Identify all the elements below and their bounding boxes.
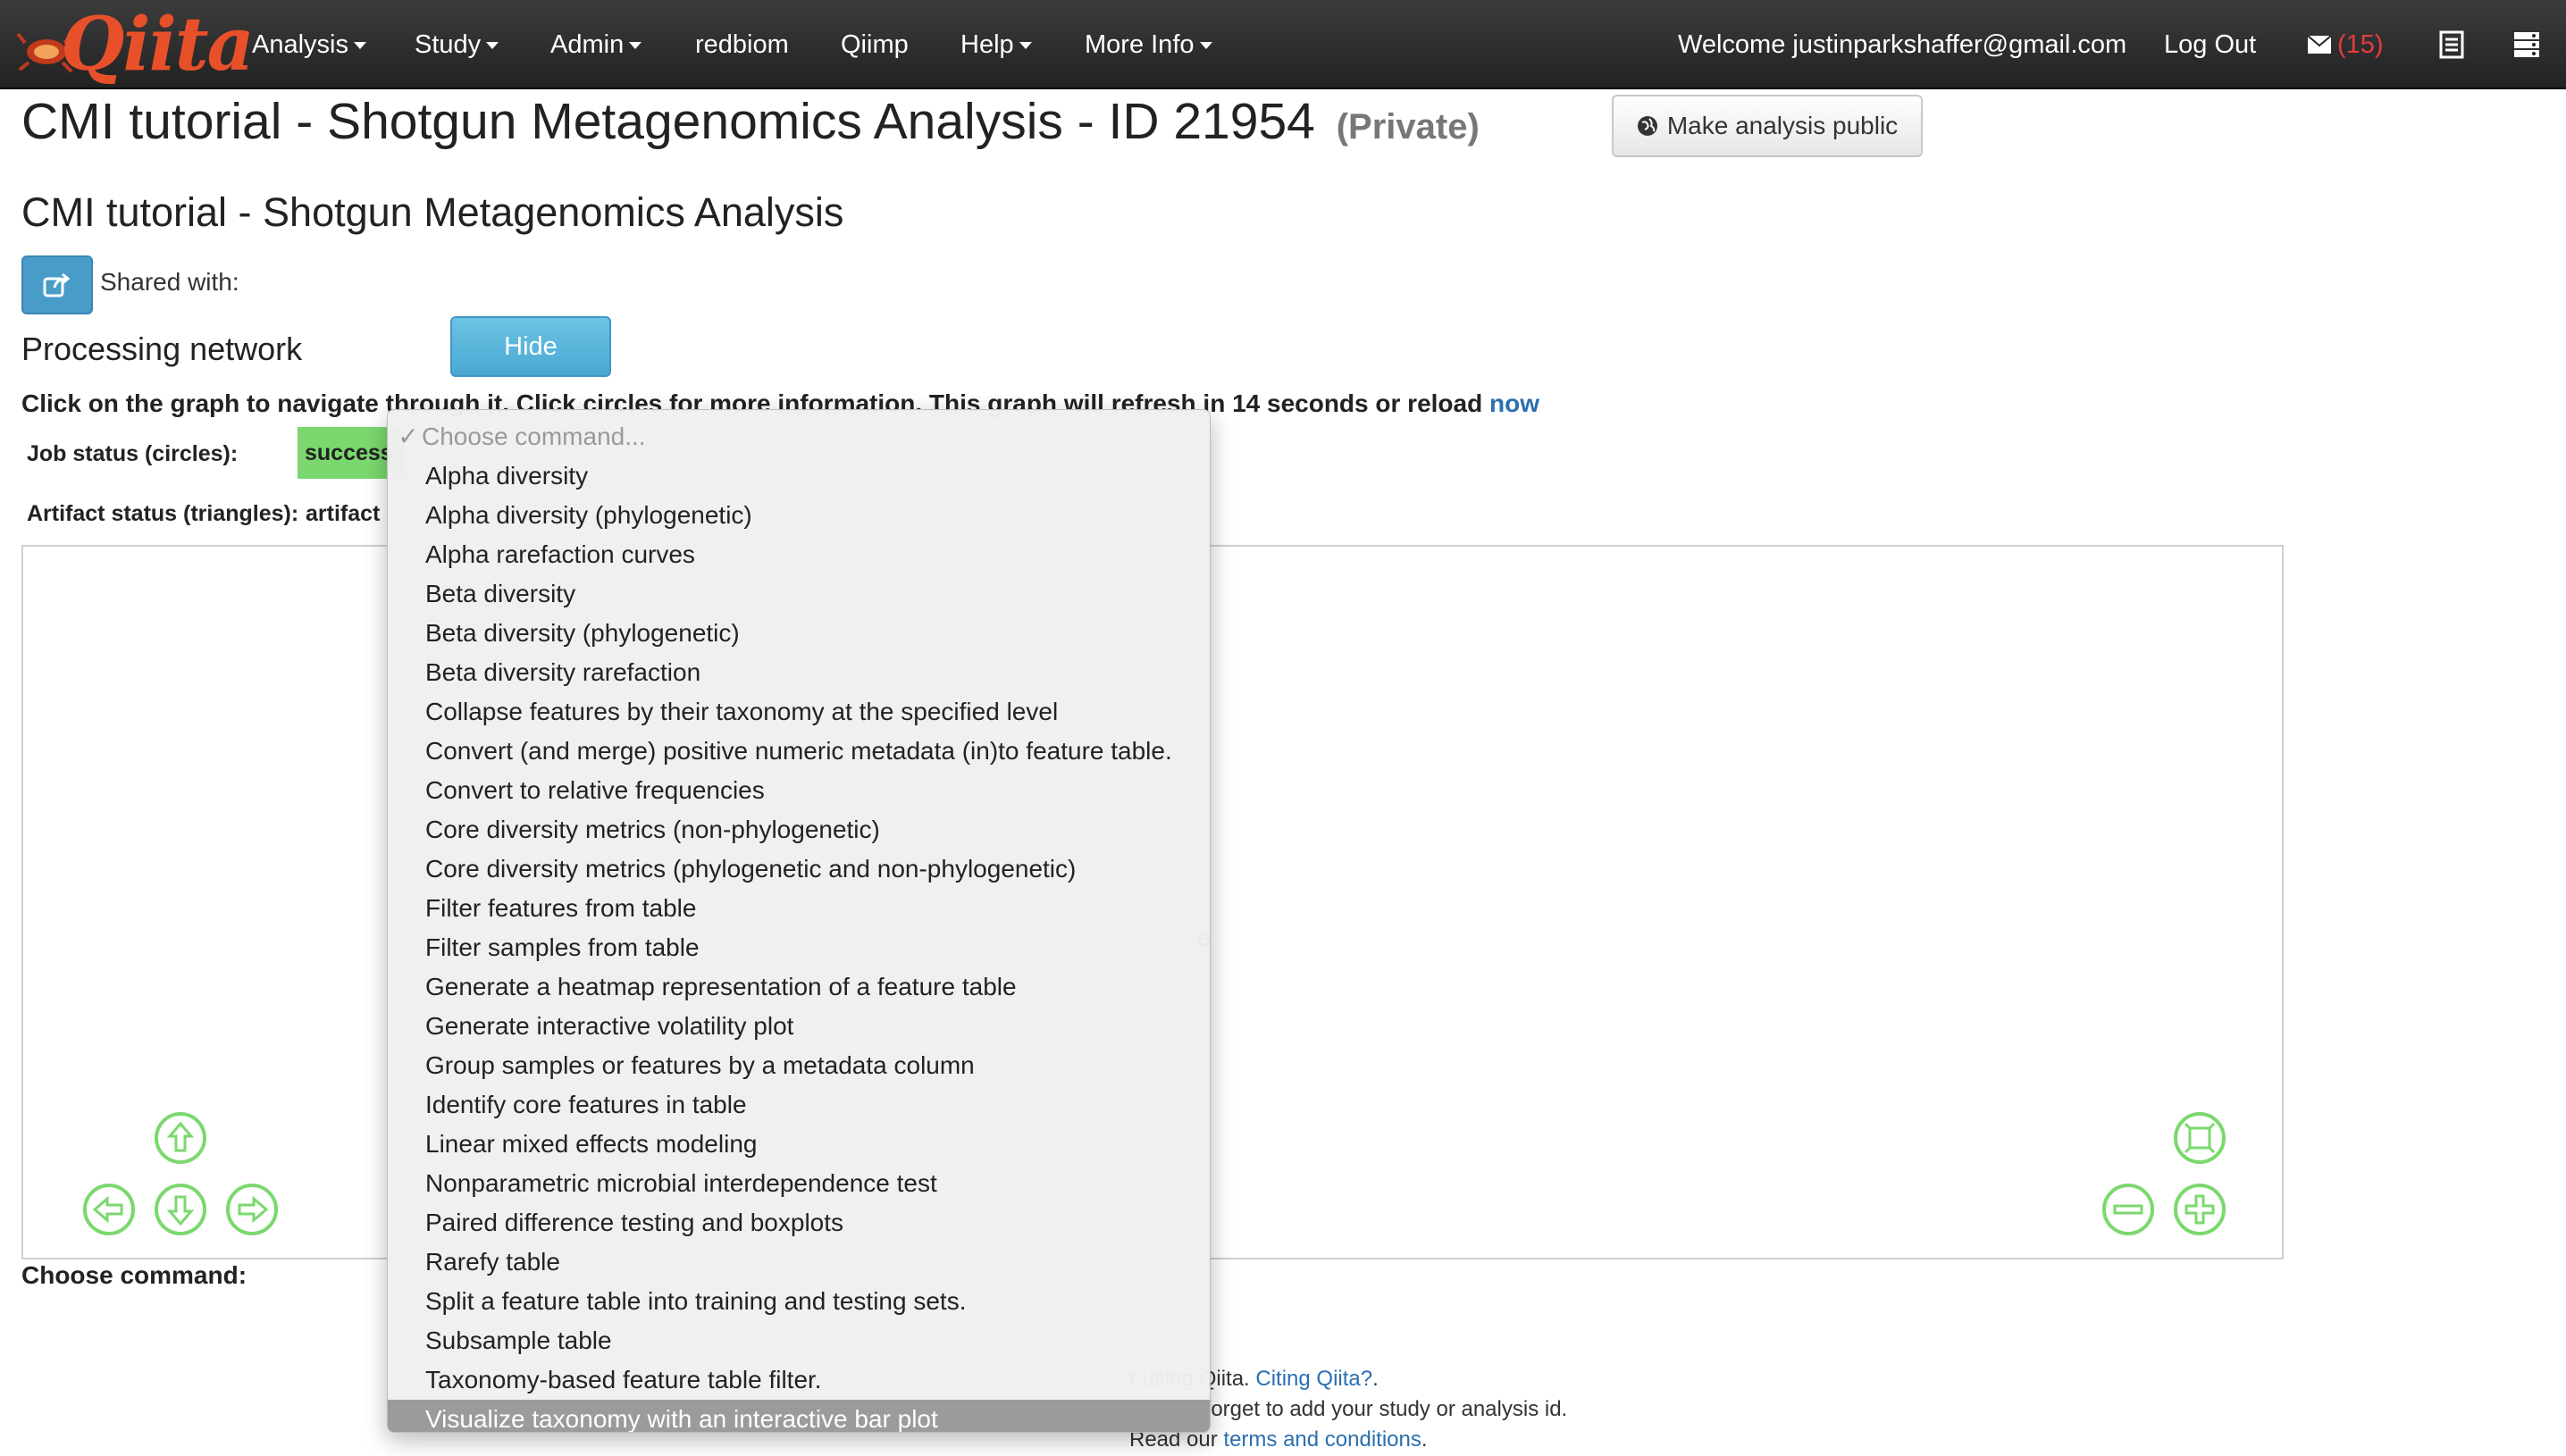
- envelope-icon: [2307, 35, 2332, 54]
- nav-redbiom-link[interactable]: redbiom: [695, 0, 789, 89]
- command-option[interactable]: Filter samples from table: [388, 928, 1210, 967]
- command-option[interactable]: Group samples or features by a metadata …: [388, 1046, 1210, 1085]
- nav-admin-label: Admin: [550, 30, 625, 59]
- nav-help-menu[interactable]: Help: [960, 0, 1032, 89]
- make-public-label: Make analysis public: [1666, 112, 1899, 139]
- command-option[interactable]: Alpha rarefaction curves: [388, 535, 1210, 574]
- command-options-list: Alpha diversity Alpha diversity (phylogen…: [388, 456, 1210, 1432]
- privacy-status: (Private): [1336, 107, 1480, 146]
- command-option[interactable]: Rarefy table: [388, 1243, 1210, 1282]
- shared-with-label: Shared with:: [100, 268, 239, 296]
- analysis-subtitle: CMI tutorial - Shotgun Metagenomics Anal…: [21, 189, 844, 235]
- brand-name: Qiita: [61, 2, 255, 88]
- command-option[interactable]: Generate a heatmap representation of a f…: [388, 967, 1210, 1007]
- caret-down-icon: [486, 42, 499, 50]
- top-navbar: Qiita Analysis Study Admin redbiom Qiimp…: [0, 0, 2566, 89]
- list-icon[interactable]: [2434, 27, 2470, 63]
- processing-network-title: Processing network: [21, 331, 303, 367]
- zoom-in-icon[interactable]: [2173, 1183, 2226, 1236]
- command-option[interactable]: Core diversity metrics (phylogenetic and…: [388, 849, 1210, 889]
- terms-and-conditions-link[interactable]: terms and conditions: [1223, 1427, 1421, 1452]
- command-option[interactable]: Filter features from table: [388, 889, 1210, 928]
- messages-link[interactable]: (15): [2307, 0, 2384, 89]
- command-option[interactable]: Split a feature table into training and …: [388, 1282, 1210, 1321]
- share-button[interactable]: [21, 255, 93, 314]
- pan-up-icon[interactable]: [154, 1111, 207, 1165]
- choose-command-label: Choose command:: [21, 1261, 247, 1289]
- command-option[interactable]: Visualize taxonomy with an interactive b…: [388, 1400, 1210, 1432]
- command-option[interactable]: Beta diversity rarefaction: [388, 653, 1210, 692]
- checkmark-icon: ✓: [398, 423, 419, 450]
- caret-down-icon: [354, 42, 366, 50]
- command-option[interactable]: Paired difference testing and boxplots: [388, 1203, 1210, 1243]
- dropdown-placeholder-label: Choose command...: [422, 423, 646, 450]
- command-option[interactable]: Collapse features by their taxonomy at t…: [388, 692, 1210, 732]
- job-status-label: Job status (circles):: [27, 441, 239, 466]
- command-option[interactable]: Convert to relative frequencies: [388, 771, 1210, 810]
- artifact-status-label: Artifact status (triangles):: [27, 501, 299, 526]
- nav-help-label: Help: [960, 30, 1014, 59]
- command-option[interactable]: Generate interactive volatility plot: [388, 1007, 1210, 1046]
- analysis-title: CMI tutorial - Shotgun Metagenomics Anal…: [21, 93, 1315, 150]
- pan-down-icon[interactable]: [154, 1183, 207, 1236]
- message-count-badge: (15): [2337, 30, 2384, 59]
- command-option[interactable]: Taxonomy-based feature table filter.: [388, 1360, 1210, 1400]
- footer-citation-end: .: [1372, 1367, 1379, 1391]
- nav-admin-menu[interactable]: Admin: [550, 0, 642, 89]
- caret-down-icon: [1199, 42, 1212, 50]
- nav-qiimp-link[interactable]: Qiimp: [841, 0, 909, 89]
- footer-terms-end: .: [1421, 1427, 1428, 1452]
- nav-study-menu[interactable]: Study: [415, 0, 499, 89]
- nav-more-info-menu[interactable]: More Info: [1085, 0, 1212, 89]
- command-option[interactable]: Subsample table: [388, 1321, 1210, 1360]
- nav-study-label: Study: [415, 30, 482, 59]
- share-icon: [43, 272, 71, 297]
- hide-network-button[interactable]: Hide: [450, 316, 611, 377]
- command-option[interactable]: Beta diversity: [388, 574, 1210, 614]
- globe-icon: [1637, 116, 1657, 136]
- logout-link[interactable]: Log Out: [2164, 0, 2256, 89]
- nav-more-info-label: More Info: [1085, 30, 1195, 59]
- pan-left-icon[interactable]: [82, 1183, 136, 1236]
- nav-analysis-label: Analysis: [252, 30, 348, 59]
- command-option[interactable]: Beta diversity (phylogenetic): [388, 614, 1210, 653]
- zoom-out-icon[interactable]: [2101, 1183, 2155, 1236]
- pan-right-icon[interactable]: [225, 1183, 279, 1236]
- command-option[interactable]: Alpha diversity (phylogenetic): [388, 496, 1210, 535]
- choose-command-dropdown[interactable]: ✓ Choose command... Alpha diversity Alpha …: [387, 409, 1211, 1433]
- page-title: CMI tutorial - Shotgun Metagenomics Anal…: [21, 89, 1480, 159]
- command-option[interactable]: Linear mixed effects modeling: [388, 1125, 1210, 1164]
- caret-down-icon: [1019, 42, 1032, 50]
- reload-now-link[interactable]: now: [1489, 389, 1539, 417]
- make-analysis-public-button[interactable]: Make analysis public: [1612, 95, 1923, 157]
- citing-qiita-link[interactable]: Citing Qiita?: [1255, 1367, 1372, 1391]
- command-option[interactable]: Identify core features in table: [388, 1085, 1210, 1125]
- command-option[interactable]: Nonparametric microbial interdependence …: [388, 1164, 1210, 1203]
- artifact-status-value: artifact: [306, 501, 381, 526]
- dropdown-placeholder-option[interactable]: ✓ Choose command...: [395, 417, 646, 456]
- qiita-logo[interactable]: Qiita: [16, 2, 255, 88]
- welcome-user-link[interactable]: Welcome justinparkshaffer@gmail.com: [1678, 0, 2126, 89]
- nav-analysis-menu[interactable]: Analysis: [252, 0, 366, 89]
- command-option[interactable]: Convert (and merge) positive numeric met…: [388, 732, 1210, 771]
- command-option[interactable]: Alpha diversity: [388, 456, 1210, 496]
- fit-to-screen-icon[interactable]: [2173, 1111, 2226, 1165]
- command-option[interactable]: Core diversity metrics (non-phylogenetic…: [388, 810, 1210, 849]
- server-icon[interactable]: [2509, 27, 2545, 63]
- caret-down-icon: [629, 42, 642, 50]
